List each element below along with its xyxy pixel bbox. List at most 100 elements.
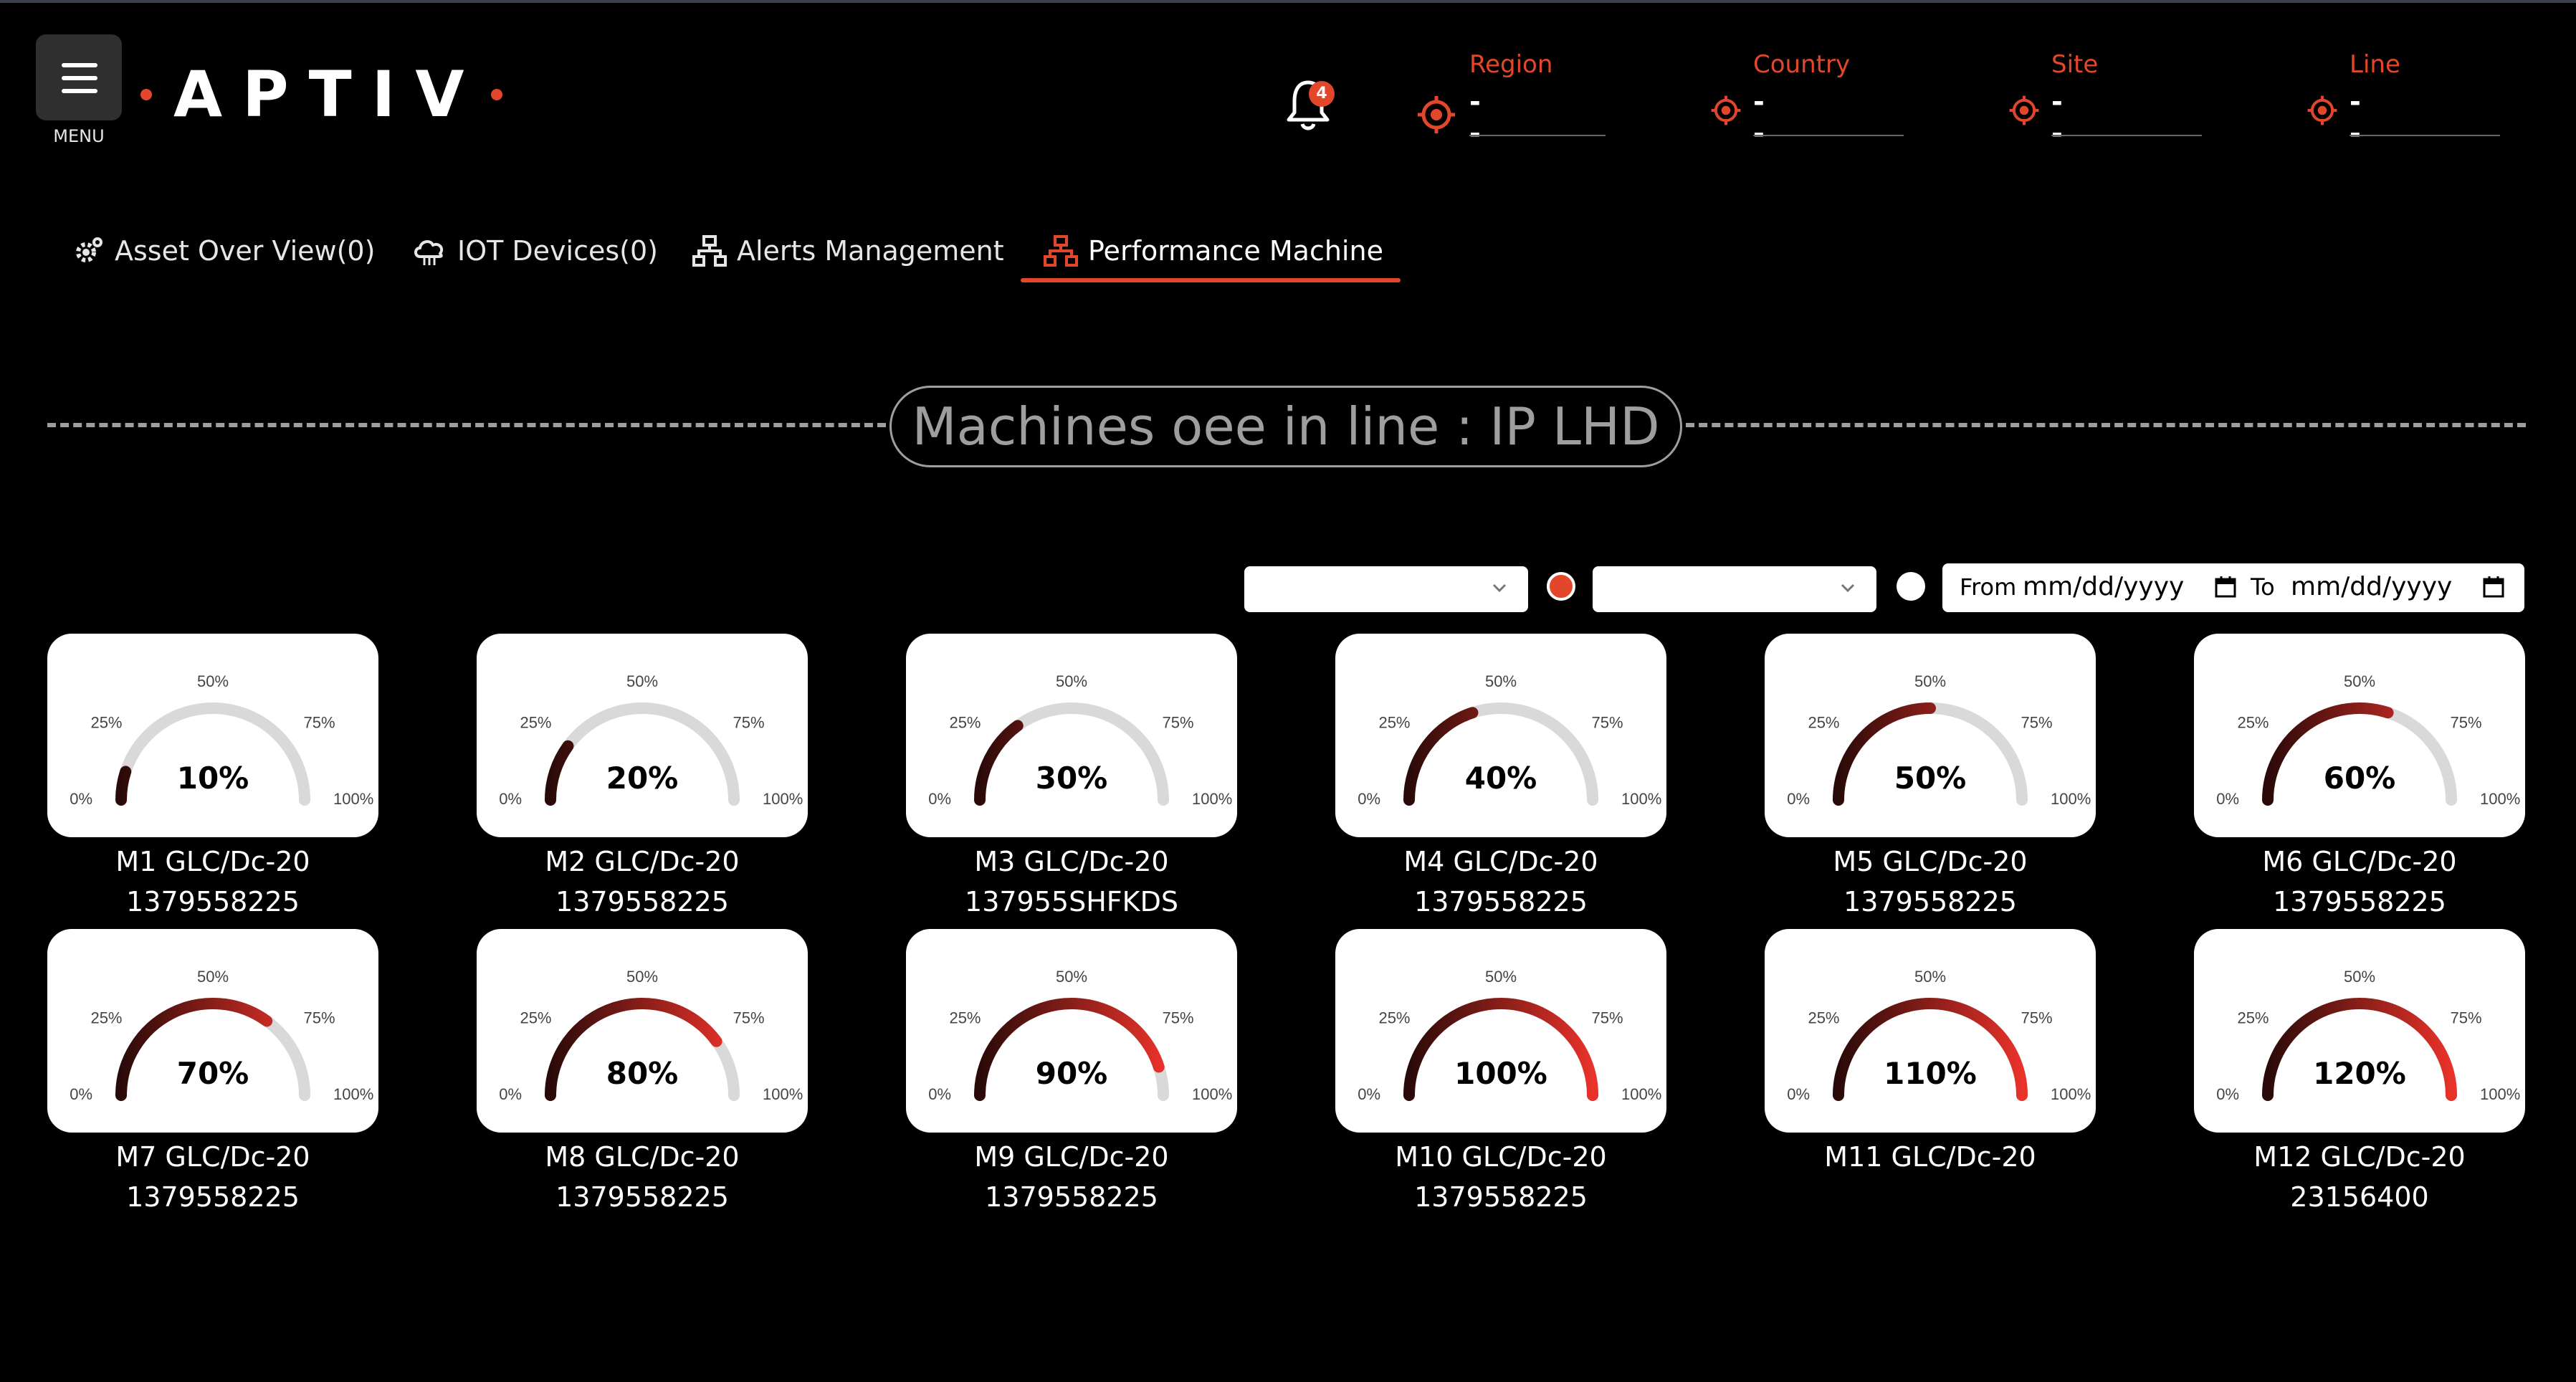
gauge-card[interactable]: 0% 25% 50% 75% 100% 60% bbox=[2194, 634, 2525, 837]
gauge-card[interactable]: 0% 25% 50% 75% 100% 20% bbox=[477, 634, 808, 837]
country-underline bbox=[1753, 135, 1904, 136]
gauge-tick-label: 100% bbox=[333, 790, 373, 808]
radio-option-1[interactable] bbox=[1547, 572, 1575, 601]
chevron-down-icon bbox=[1841, 583, 1855, 593]
tab-alerts-management[interactable]: Alerts Management bbox=[692, 229, 1004, 272]
gauge-tick-label: 100% bbox=[763, 1085, 803, 1103]
gauge-chart: 0% 25% 50% 75% 100% 90% bbox=[928, 968, 1232, 1103]
gauge-tick-label: 0% bbox=[2216, 790, 2239, 808]
gauge-tick-label: 25% bbox=[2237, 714, 2269, 732]
machine-name: M6 GLC/Dc-20 bbox=[2262, 846, 2457, 877]
gauge-tick-label: 50% bbox=[1914, 968, 1946, 986]
gauge-value-arc bbox=[545, 740, 574, 806]
to-date-input[interactable]: mm/dd/yyyy bbox=[2291, 572, 2452, 601]
gauge-tick-label: 50% bbox=[197, 968, 229, 986]
machine-select[interactable] bbox=[1244, 566, 1528, 612]
calendar-icon[interactable] bbox=[2481, 575, 2506, 599]
gauge-value-label: 50% bbox=[1894, 761, 1967, 796]
machine-code: 1379558225 bbox=[555, 1181, 729, 1213]
gauge-value-label: 10% bbox=[177, 761, 249, 796]
gauge-tick-label: 75% bbox=[2021, 714, 2053, 732]
cloud-icon bbox=[414, 240, 444, 265]
gauge-card[interactable]: 0% 25% 50% 75% 100% 10% bbox=[47, 634, 378, 837]
machine-code: 1379558225 bbox=[555, 886, 729, 918]
gauge-tick-label: 25% bbox=[520, 1009, 551, 1027]
machine-name: M7 GLC/Dc-20 bbox=[115, 1141, 310, 1173]
country-value: -- bbox=[1753, 86, 1765, 149]
window-top-border bbox=[0, 0, 2576, 3]
gauge-value-label: 110% bbox=[1884, 1056, 1977, 1091]
tab-performance-machine[interactable]: Performance Machine bbox=[1044, 229, 1383, 272]
gauge-chart: 0% 25% 50% 75% 100% 100% bbox=[1358, 968, 1661, 1103]
menu-button[interactable] bbox=[36, 34, 122, 120]
gauge-card[interactable]: 0% 25% 50% 75% 100% 100% bbox=[1335, 929, 1666, 1133]
gauge-tick-label: 75% bbox=[304, 714, 335, 732]
gauge-tick-label: 100% bbox=[763, 790, 803, 808]
gauge-tick-label: 100% bbox=[2480, 790, 2520, 808]
gauge-tick-label: 75% bbox=[2451, 1009, 2482, 1027]
gauge-tick-label: 0% bbox=[928, 790, 951, 808]
gauge-chart: 0% 25% 50% 75% 100% 30% bbox=[928, 672, 1232, 808]
gauge-tick-label: 100% bbox=[1621, 1085, 1661, 1103]
logo-dot-left bbox=[140, 89, 152, 100]
gauge-value-label: 20% bbox=[606, 761, 679, 796]
gauge-card[interactable]: 0% 25% 50% 75% 100% 50% bbox=[1765, 634, 2096, 837]
gauge-card[interactable]: 0% 25% 50% 75% 100% 90% bbox=[906, 929, 1237, 1133]
gauge-tick-label: 100% bbox=[1192, 1085, 1232, 1103]
gauge-tick-label: 100% bbox=[333, 1085, 373, 1103]
gauge-value-label: 100% bbox=[1454, 1056, 1547, 1091]
gauge-value-label: 90% bbox=[1036, 1056, 1108, 1091]
gauge-tick-label: 50% bbox=[626, 672, 658, 690]
gauge-tick-label: 0% bbox=[1358, 1085, 1380, 1103]
gauge-card[interactable]: 0% 25% 50% 75% 100% 30% bbox=[906, 634, 1237, 837]
machine-code: 137955SHFKDS bbox=[965, 886, 1178, 918]
crosshair-icon bbox=[1418, 96, 1455, 133]
crosshair-icon bbox=[2009, 95, 2039, 125]
gauge-card[interactable]: 0% 25% 50% 75% 100% 80% bbox=[477, 929, 808, 1133]
gauge-tick-label: 75% bbox=[1592, 714, 1623, 732]
gauge-chart: 0% 25% 50% 75% 100% 80% bbox=[499, 968, 803, 1103]
gauge-card[interactable]: 0% 25% 50% 75% 100% 70% bbox=[47, 929, 378, 1133]
machine-name: M11 GLC/Dc-20 bbox=[1824, 1141, 2036, 1173]
line-label: Line bbox=[2350, 50, 2400, 79]
gauge-tick-label: 0% bbox=[499, 1085, 522, 1103]
gauge-tick-label: 50% bbox=[1914, 672, 1946, 690]
to-label: To bbox=[2251, 573, 2275, 601]
gauge-value-arc bbox=[1403, 707, 1479, 806]
machine-name: M3 GLC/Dc-20 bbox=[974, 846, 1169, 877]
from-date-input[interactable]: mm/dd/yyyy bbox=[2023, 572, 2184, 601]
gauge-chart: 0% 25% 50% 75% 100% 40% bbox=[1358, 672, 1661, 808]
gauge-tick-label: 25% bbox=[1808, 714, 1839, 732]
calendar-icon[interactable] bbox=[2213, 575, 2238, 599]
gauge-card[interactable]: 0% 25% 50% 75% 100% 120% bbox=[2194, 929, 2525, 1133]
gauge-tick-label: 0% bbox=[70, 1085, 92, 1103]
machine-name: M12 GLC/Dc-20 bbox=[2253, 1141, 2466, 1173]
gauge-chart: 0% 25% 50% 75% 100% 60% bbox=[2216, 672, 2520, 808]
gauge-value-label: 80% bbox=[606, 1056, 679, 1091]
period-select[interactable] bbox=[1593, 566, 1876, 612]
gauge-tick-label: 75% bbox=[2021, 1009, 2053, 1027]
gauge-tick-label: 0% bbox=[499, 790, 522, 808]
tab-asset-overview[interactable]: Asset Over View(0) bbox=[70, 229, 375, 272]
gauge-card[interactable]: 0% 25% 50% 75% 100% 40% bbox=[1335, 634, 1666, 837]
gauge-tick-label: 50% bbox=[197, 672, 229, 690]
line-value: -- bbox=[2350, 86, 2361, 149]
region-underline bbox=[1469, 135, 1606, 136]
gauge-tick-label: 50% bbox=[1056, 968, 1087, 986]
tab-label: IOT Devices(0) bbox=[457, 235, 658, 267]
radio-option-2[interactable] bbox=[1897, 572, 1925, 601]
gauge-tick-label: 0% bbox=[1787, 1085, 1810, 1103]
date-range-picker[interactable]: From mm/dd/yyyy To mm/dd/yyyy bbox=[1942, 563, 2524, 612]
region-value: -- bbox=[1469, 86, 1481, 149]
machine-code: 1379558225 bbox=[985, 1181, 1158, 1213]
gauge-tick-label: 100% bbox=[2051, 1085, 2091, 1103]
machine-code: 23156400 bbox=[2290, 1181, 2429, 1213]
tab-label: Performance Machine bbox=[1088, 235, 1383, 267]
brand-text: APTIV bbox=[173, 57, 485, 131]
gauge-card[interactable]: 0% 25% 50% 75% 100% 110% bbox=[1765, 929, 2096, 1133]
gauge-chart: 0% 25% 50% 75% 100% 110% bbox=[1787, 968, 2091, 1103]
tab-iot-devices[interactable]: IOT Devices(0) bbox=[411, 229, 658, 272]
country-label: Country bbox=[1753, 50, 1851, 79]
gauge-tick-label: 25% bbox=[1378, 1009, 1410, 1027]
crosshair-icon bbox=[1711, 95, 1741, 125]
